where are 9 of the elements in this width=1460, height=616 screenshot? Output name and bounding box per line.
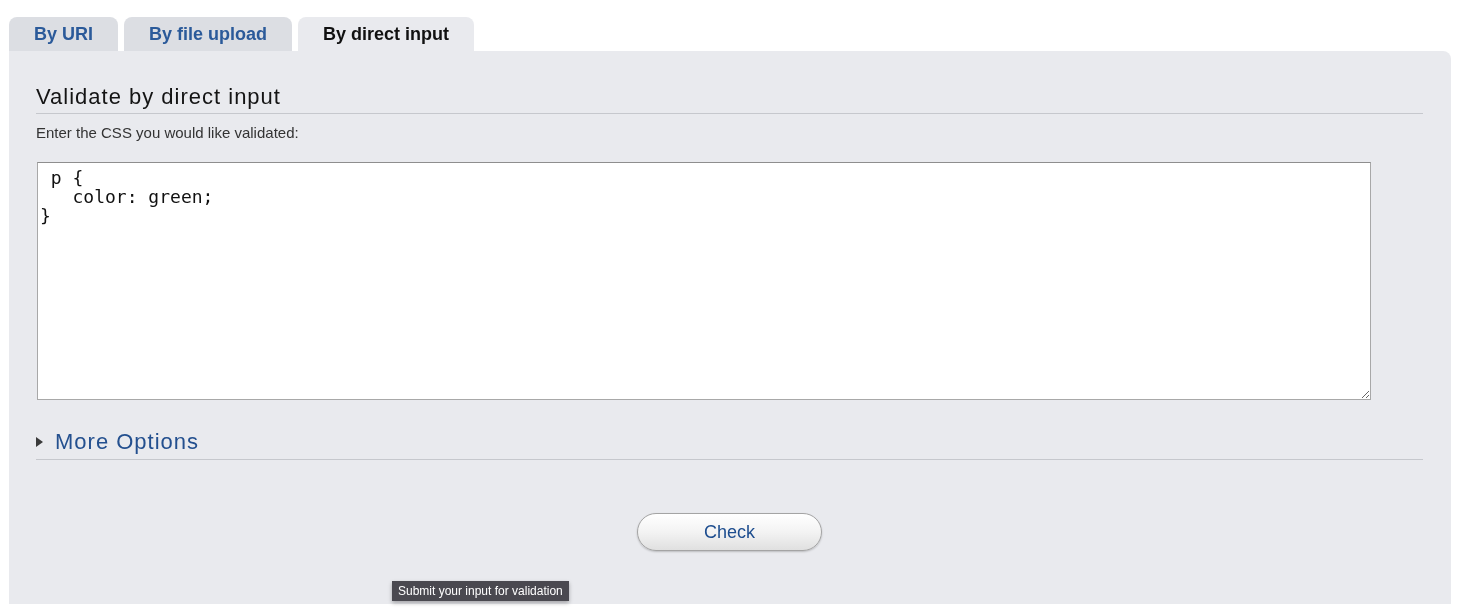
section-heading: Validate by direct input — [36, 84, 1423, 114]
tab[interactable]: By direct input — [298, 17, 475, 51]
css-input[interactable]: p { color: green; } — [37, 162, 1371, 400]
check-button[interactable]: Check — [637, 513, 822, 551]
tab[interactable]: By file upload — [124, 17, 293, 51]
tab[interactable]: By URI — [9, 17, 118, 51]
input-prompt: Enter the CSS you would like validated: — [36, 124, 300, 142]
more-options-toggle[interactable]: More Options — [36, 429, 200, 455]
tooltip: Submit your input for validation — [392, 581, 569, 601]
